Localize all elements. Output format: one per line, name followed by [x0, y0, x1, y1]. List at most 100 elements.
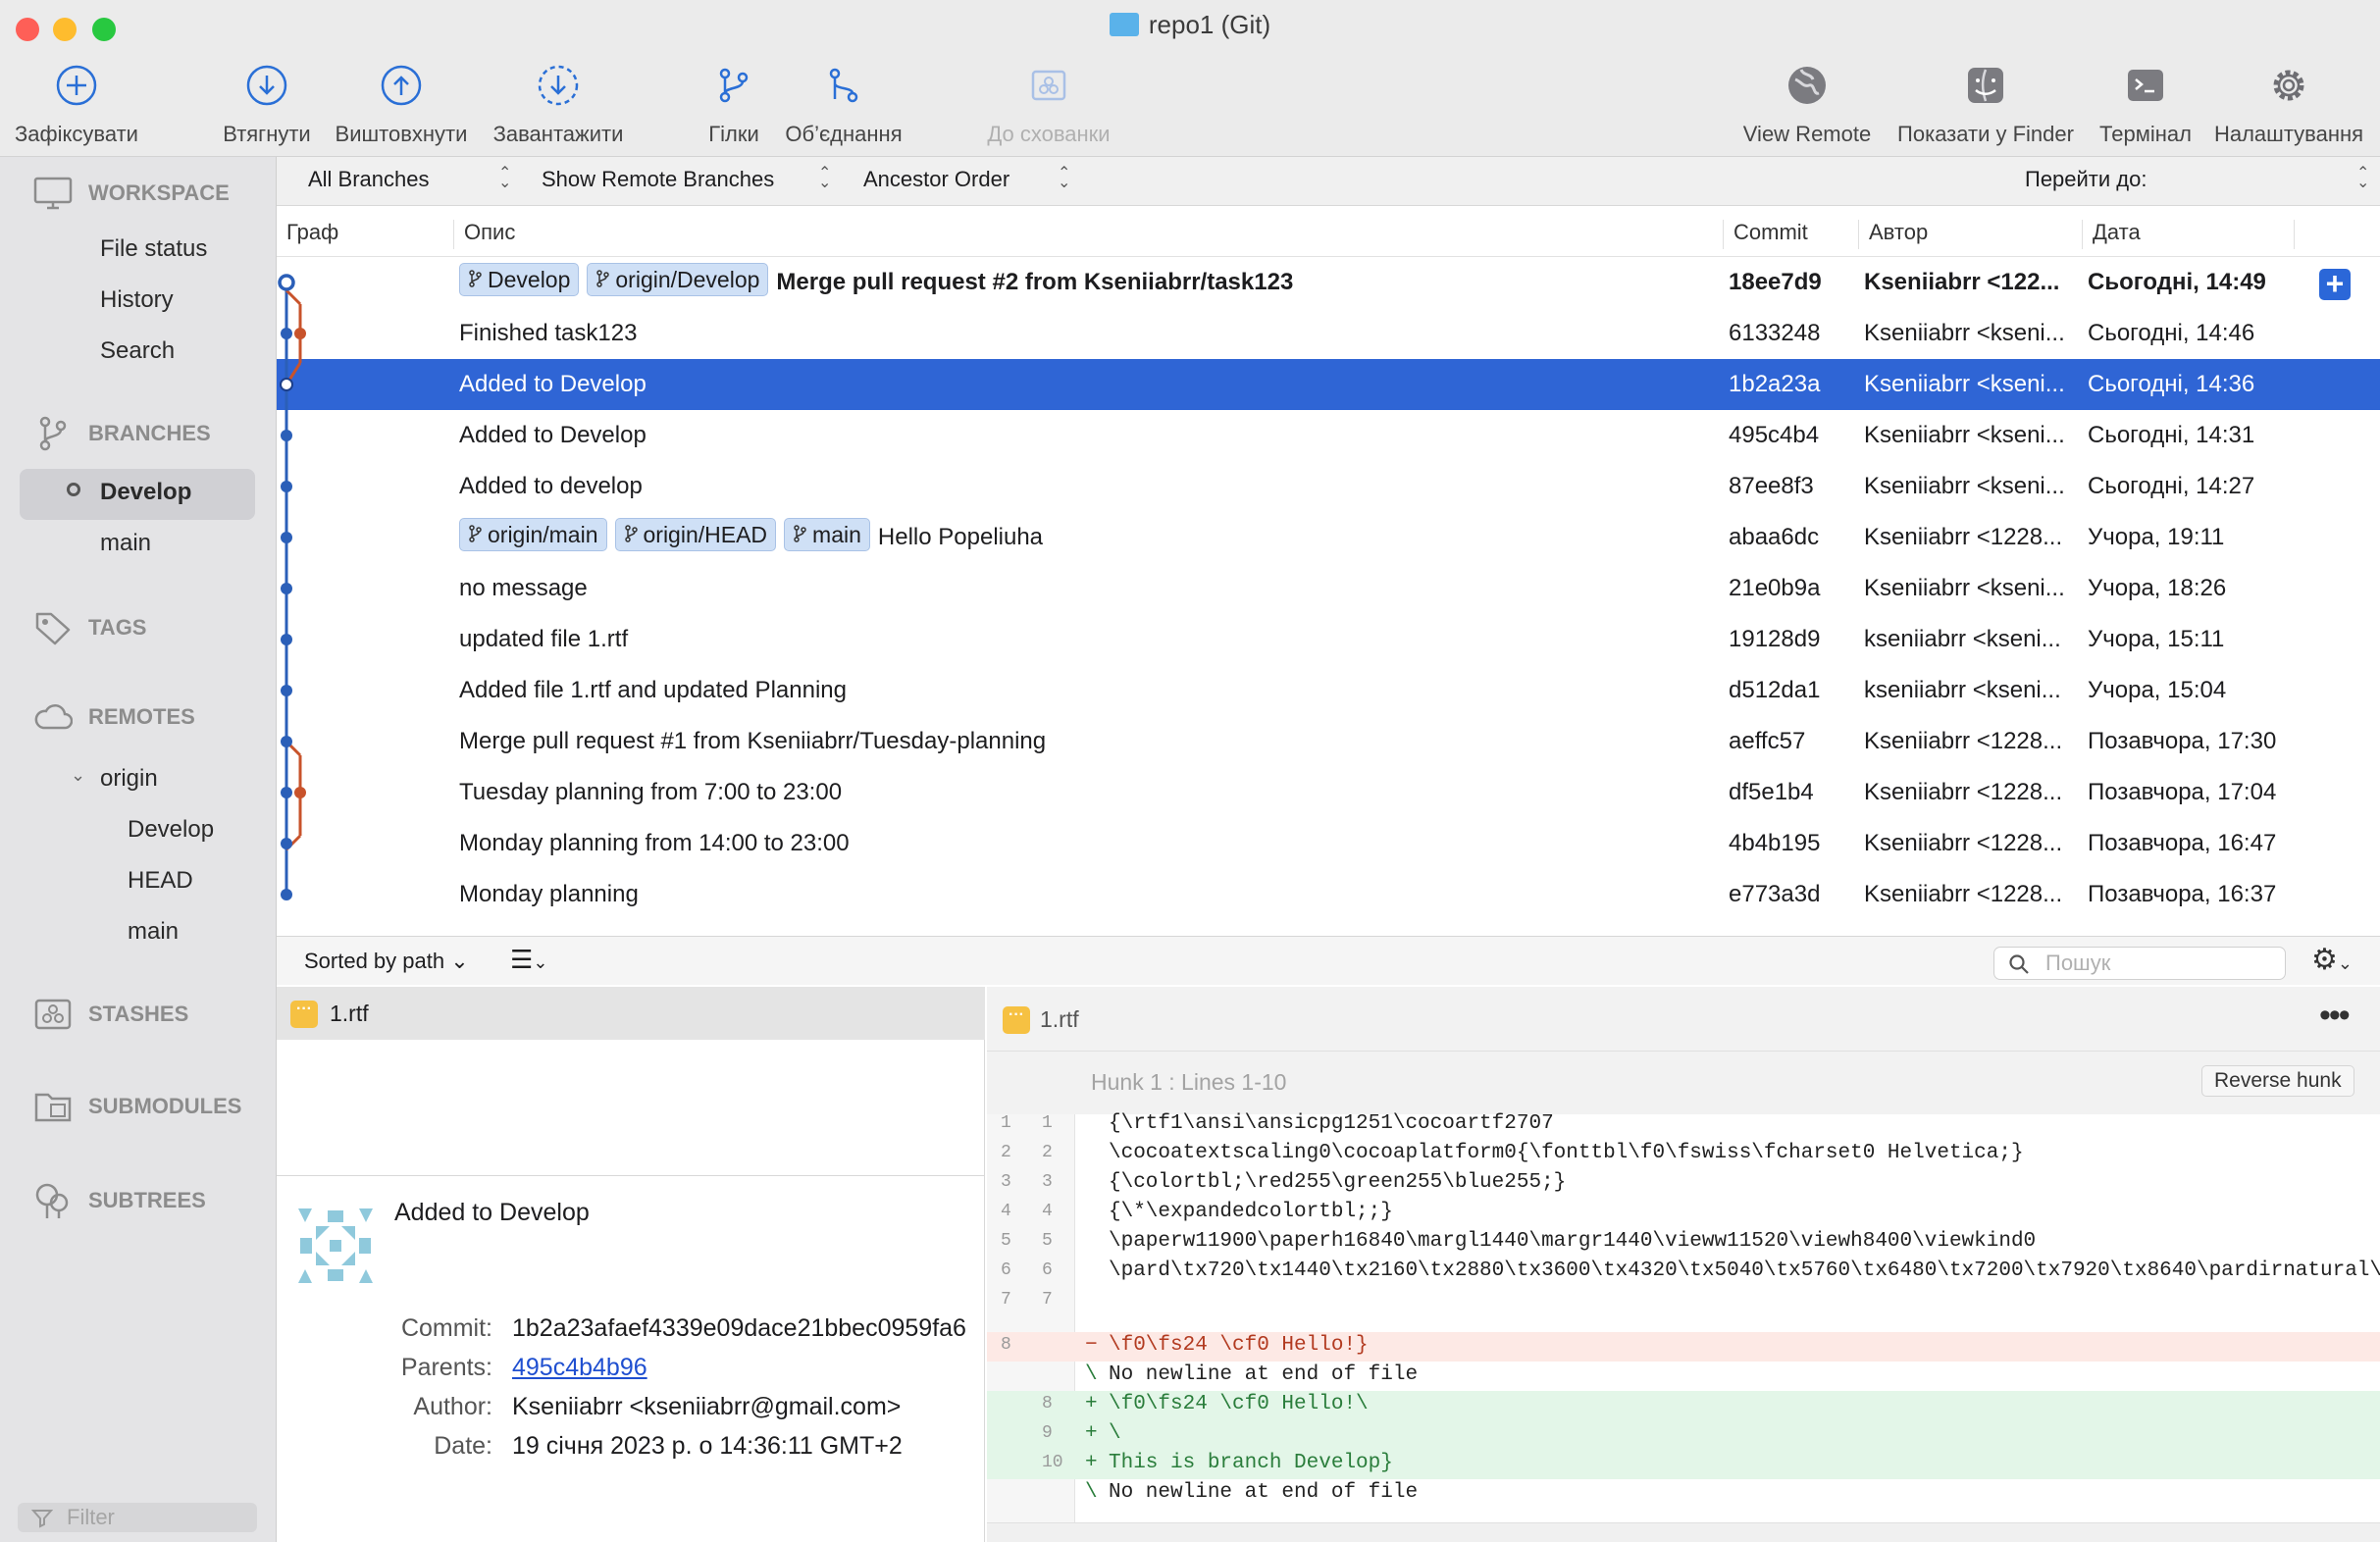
column-author[interactable]: Автор: [1858, 220, 1928, 249]
chevron-down-icon[interactable]: ⌄: [71, 765, 85, 786]
diff-panel: ··· 1.rtf ••• Hunk 1 : Lines 1-10 Revers…: [987, 987, 2380, 1542]
commit-hash: 87ee8f3: [1729, 473, 1814, 499]
sort-dropdown[interactable]: Sorted by path ⌄: [304, 949, 469, 974]
branch-icon: [793, 522, 806, 548]
commit-date: Сьогодні, 14:27: [2088, 473, 2255, 499]
date-label: Date:: [434, 1432, 492, 1460]
search-placeholder: Пошук: [2045, 951, 2111, 975]
commit-message: Merge pull request #2 from Kseniiabrr/ta…: [776, 269, 1294, 295]
sidebar-item-search[interactable]: Search: [100, 337, 175, 365]
commit-date: Учора, 18:26: [2088, 575, 2227, 601]
table-row[interactable]: origin/main origin/HEAD main Hello Popeliuh…: [277, 512, 2380, 563]
parent-commit-link[interactable]: 495c4b4b96: [512, 1354, 647, 1382]
column-commit[interactable]: Commit: [1723, 220, 1808, 249]
search-input[interactable]: Пошук: [1993, 947, 2286, 980]
branch-label[interactable]: main: [784, 518, 870, 551]
reverse-hunk-button[interactable]: Reverse hunk: [2201, 1065, 2354, 1097]
sidebar-item-develop[interactable]: Develop: [100, 479, 191, 506]
table-row[interactable]: Tuesday planning from 7:00 to 23:00 df5e1…: [277, 767, 2380, 818]
remote-branches-select[interactable]: Show Remote Branches: [542, 167, 774, 192]
table-row[interactable]: Added file 1.rtf and updated Planning d51…: [277, 665, 2380, 716]
stash-icon: [34, 999, 72, 1030]
diff-code: {\colortbl;\red255\green255\blue255;}: [1109, 1171, 1567, 1194]
commit-node: [281, 787, 292, 798]
sidebar-section-remotes[interactable]: REMOTES: [33, 702, 195, 732]
sidebar-section-stashes[interactable]: STASHES: [33, 997, 188, 1032]
branch-label[interactable]: origin/main: [459, 518, 607, 551]
goto-select[interactable]: Перейти до:: [2025, 167, 2147, 192]
add-button[interactable]: +: [2319, 268, 2351, 300]
commit-date: Сьогодні, 14:31: [2088, 422, 2255, 448]
modified-file-icon: ···: [290, 1001, 318, 1028]
sidebar-item-origin-main[interactable]: main: [128, 918, 179, 946]
gear-icon[interactable]: ⚙⌄: [2311, 943, 2353, 977]
stash-button[interactable]: До схованки: [977, 59, 1120, 147]
branch-filter-select[interactable]: All Branches: [308, 167, 430, 192]
table-row[interactable]: Added to develop 87ee8f3 Kseniiabrr <kseni…: [277, 461, 2380, 512]
sidebar-item-file-status[interactable]: File status: [100, 235, 207, 263]
sidebar-filter-input[interactable]: Filter: [18, 1503, 257, 1532]
table-row[interactable]: Develop origin/Develop Merge pull request …: [277, 257, 2380, 308]
sidebar-section-workspace[interactable]: WORKSPACE: [33, 177, 230, 210]
sidebar-section-submodules[interactable]: SUBMODULES: [33, 1089, 241, 1124]
commit-author: kseniiabrr <kseni...: [1864, 677, 2061, 703]
pull-button[interactable]: Втягнути: [208, 59, 326, 147]
diff-header: ··· 1.rtf •••: [987, 987, 2380, 1052]
table-row[interactable]: updated file 1.rtf 19128d9 kseniiabrr <kse…: [277, 614, 2380, 665]
commit-date: Позавчора, 17:30: [2088, 728, 2277, 754]
commit-hash: aeffc57: [1729, 728, 1806, 754]
commit-graph: [278, 274, 306, 900]
list-view-icon[interactable]: ☰⌄: [510, 945, 547, 975]
sidebar-section-subtrees[interactable]: SUBTREES: [33, 1181, 206, 1220]
sidebar-item-history[interactable]: History: [100, 286, 174, 314]
tags-heading: TAGS: [88, 615, 147, 640]
sidebar-item-origin[interactable]: origin: [100, 765, 158, 793]
cloud-icon: [34, 704, 73, 730]
new-line-number: 1: [1042, 1113, 1053, 1133]
table-row[interactable]: Merge pull request #1 from Kseniiabrr/Tu…: [277, 716, 2380, 767]
commit-message: Monday planning from 14:00 to 23:00: [459, 830, 850, 856]
horizontal-scrollbar[interactable]: [987, 1522, 2380, 1542]
author-value: Kseniiabrr <kseniiabrr@gmail.com>: [512, 1393, 902, 1420]
branch-label[interactable]: origin/Develop: [587, 263, 769, 296]
sidebar-item-main[interactable]: main: [100, 530, 151, 557]
commit-date: Учора, 15:04: [2088, 677, 2227, 703]
view-remote-button[interactable]: View Remote: [1736, 59, 1878, 147]
diff-code: This is branch Develop}: [1109, 1452, 1393, 1474]
table-row[interactable]: Monday planning e773a3d Kseniiabrr <1228..…: [277, 869, 2380, 920]
show-in-finder-button[interactable]: Показати у Finder: [1886, 59, 2086, 147]
terminal-button[interactable]: Термінал: [2094, 59, 2198, 147]
sidebar-item-origin-develop[interactable]: Develop: [128, 816, 214, 844]
merge-button[interactable]: Об’єднання: [779, 59, 908, 147]
commit-description: Merge pull request #1 from Kseniiabrr/Tu…: [459, 728, 1046, 755]
commit-hash: 21e0b9a: [1729, 575, 1821, 601]
diff-marker: \: [1085, 1481, 1098, 1504]
table-row[interactable]: Added to Develop 1b2a23a Kseniiabrr <kseni…: [277, 359, 2380, 410]
commit-button[interactable]: Зафіксувати: [8, 59, 145, 147]
diff-line: \ No newline at end of file: [987, 1479, 2380, 1509]
more-options-icon[interactable]: •••: [2319, 997, 2351, 1035]
column-date[interactable]: Дата: [2082, 220, 2141, 249]
table-row[interactable]: no message 21e0b9a Kseniiabrr <kseni... Учо…: [277, 563, 2380, 614]
commit-message: Merge pull request #1 from Kseniiabrr/Tu…: [459, 728, 1047, 754]
table-row[interactable]: Finished task123 6133248 Kseniiabrr <kseni…: [277, 308, 2380, 359]
table-row[interactable]: Added to Develop 495c4b4 Kseniiabrr <kseni…: [277, 410, 2380, 461]
branch-label[interactable]: origin/HEAD: [614, 518, 777, 551]
commit-node: [281, 736, 292, 747]
column-description[interactable]: Опис: [453, 220, 515, 249]
branch-label[interactable]: Develop: [459, 263, 580, 296]
submodule-folder-icon: [34, 1093, 72, 1122]
fetch-button[interactable]: Завантажити: [485, 59, 632, 147]
table-row[interactable]: Monday planning from 14:00 to 23:00 4b4b1…: [277, 818, 2380, 869]
push-button[interactable]: Виштовхнути: [328, 59, 475, 147]
sidebar-section-branches[interactable]: BRANCHES: [33, 414, 211, 453]
sidebar-item-origin-head[interactable]: HEAD: [128, 867, 193, 895]
changed-file-row[interactable]: ··· 1.rtf: [277, 987, 985, 1040]
sidebar-section-tags[interactable]: TAGS: [33, 608, 146, 647]
branches-button[interactable]: Гілки: [695, 59, 773, 147]
commit-hash: abaa6dc: [1729, 524, 1820, 550]
order-select[interactable]: Ancestor Order: [863, 167, 1009, 192]
column-graph[interactable]: Граф: [277, 220, 338, 249]
settings-button[interactable]: Налаштування: [2207, 59, 2370, 147]
branch-icon: [468, 522, 482, 548]
